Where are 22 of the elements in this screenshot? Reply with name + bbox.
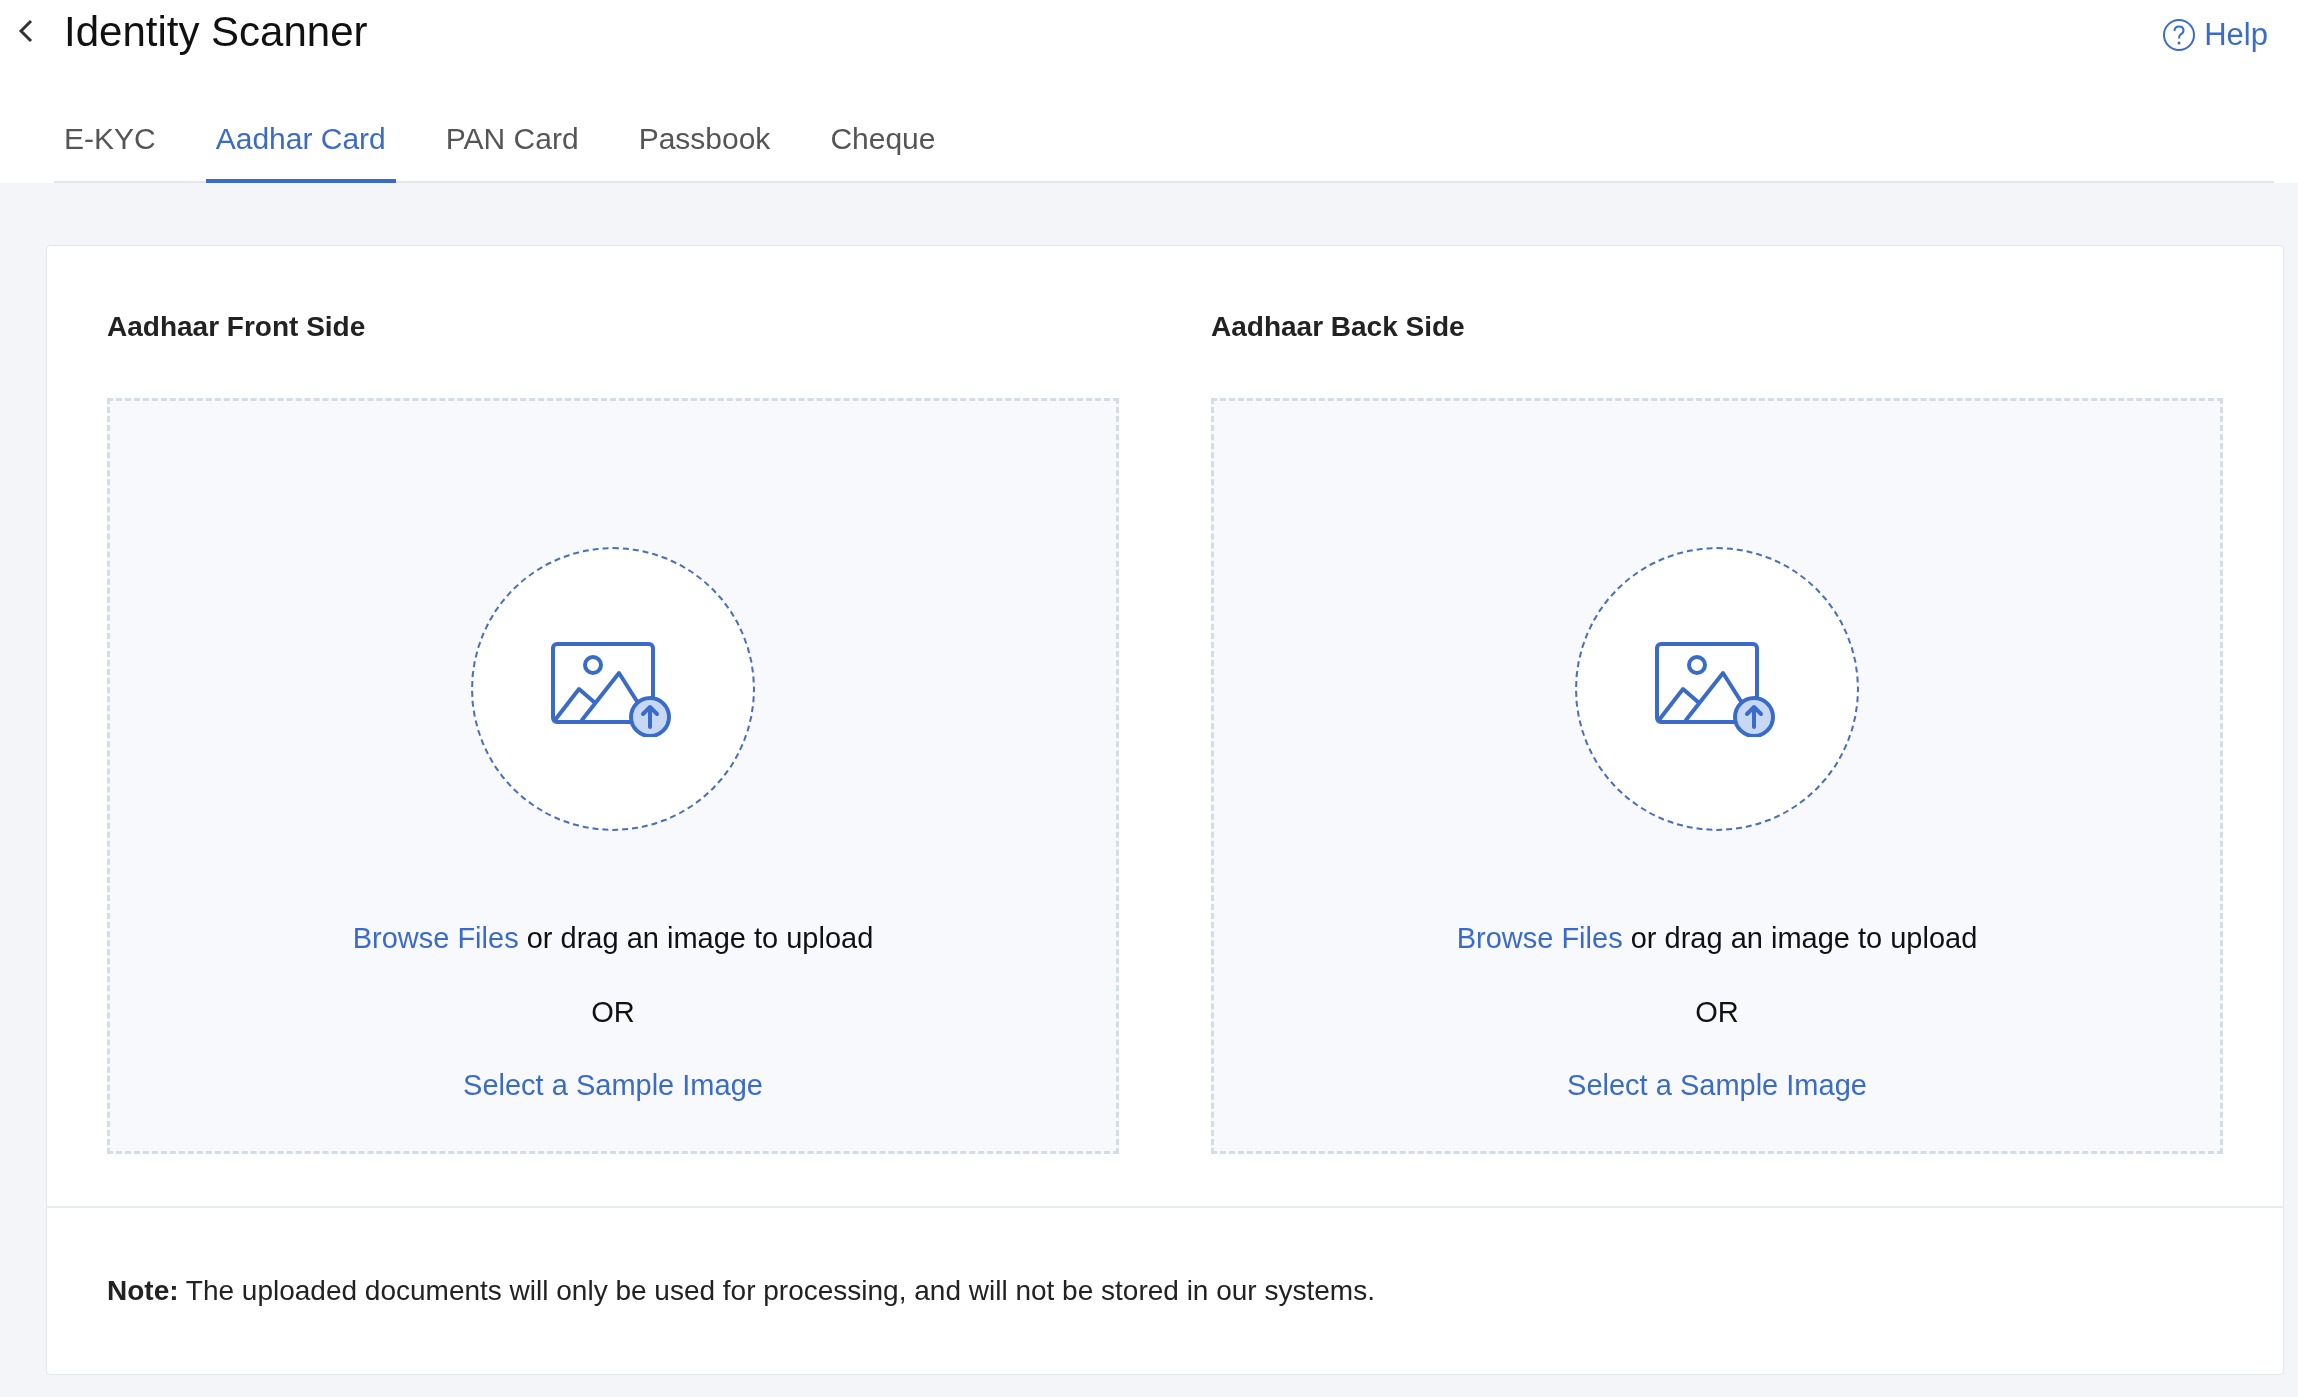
tab[interactable]: Cheque: [820, 116, 946, 183]
tab[interactable]: Passbook: [628, 116, 781, 183]
sample-image-link[interactable]: Select a Sample Image: [1567, 1064, 1867, 1108]
tab[interactable]: E-KYC: [54, 116, 166, 183]
section-heading: Aadhaar Front Side: [107, 310, 367, 344]
browse-files-link[interactable]: Browse Files: [1456, 922, 1623, 954]
chevron-left-icon: [18, 18, 34, 44]
page-title: Identity Scanner: [64, 6, 368, 57]
tab[interactable]: PAN Card: [435, 116, 589, 183]
drop-zone[interactable]: Browse Files or drag an image to upload OR Select a Sample Image: [107, 398, 1119, 1154]
help-icon: [2162, 18, 2197, 52]
tab[interactable]: Aadhar Card: [205, 116, 396, 183]
section-heading: Aadhaar Back Side: [1211, 310, 1466, 344]
drop-zone[interactable]: Browse Files or drag an image to upload OR Select a Sample Image: [1211, 398, 2223, 1154]
note-text: Note: The uploaded documents will only be used for processing, and will not be stored in our systems.: [107, 1274, 1376, 1308]
help-link[interactable]: Help: [2162, 11, 2268, 59]
browse-files-link[interactable]: Browse Files: [352, 922, 519, 954]
or-separator: OR: [1695, 994, 1739, 1030]
upload-instruction: Browse Files or drag an image to upload: [352, 921, 874, 956]
or-separator: OR: [591, 994, 635, 1030]
sample-image-link[interactable]: Select a Sample Image: [463, 1064, 763, 1108]
upload-instruction: Browse Files or drag an image to upload: [1456, 921, 1978, 956]
